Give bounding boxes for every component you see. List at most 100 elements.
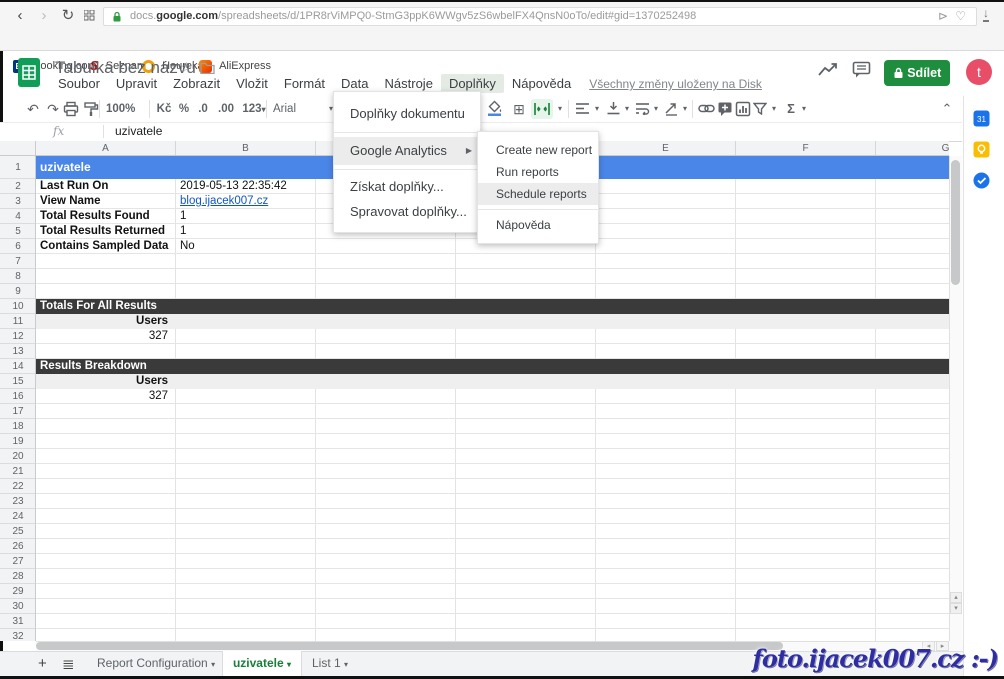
reload-button[interactable]: ↻	[58, 7, 78, 25]
row-header-29[interactable]: 29	[0, 584, 36, 599]
row-header-25[interactable]: 25	[0, 524, 36, 539]
row-header-22[interactable]: 22	[0, 479, 36, 494]
collapse-toolbar-button[interactable]: ⌃	[938, 100, 956, 118]
horizontal-scrollbar-thumb[interactable]	[36, 642, 783, 650]
horizontal-align-button[interactable]	[575, 102, 590, 115]
insert-link-button[interactable]	[698, 103, 715, 114]
row-header-20[interactable]: 20	[0, 449, 36, 464]
calendar-icon[interactable]: 31	[973, 110, 990, 127]
row-header-30[interactable]: 30	[0, 599, 36, 614]
bookmark-heart-icon[interactable]: ♡	[955, 8, 966, 25]
print-button[interactable]	[63, 101, 79, 117]
merge-options-caret[interactable]: ▾	[555, 100, 565, 118]
row-header-1[interactable]: 1	[0, 156, 36, 179]
tab-list-1[interactable]: List 1 ▾	[312, 651, 348, 676]
borders-button[interactable]: ⊞	[511, 100, 527, 118]
menu-soubor[interactable]: Soubor	[50, 74, 108, 93]
submenu-item-napoveda[interactable]: Nápověda	[478, 214, 598, 236]
format-currency-button[interactable]: Kč	[155, 100, 173, 118]
row-header-15[interactable]: 15	[0, 374, 36, 389]
menu-vlozit[interactable]: Vložit	[228, 74, 276, 93]
section-header-totals[interactable]: Totals For All Results	[36, 299, 949, 314]
column-header-E[interactable]: E	[596, 141, 736, 156]
submenu-item-create-new-report[interactable]: Create new report	[478, 139, 598, 161]
row-header-9[interactable]: 9	[0, 284, 36, 299]
submenu-item-run-reports[interactable]: Run reports	[478, 161, 598, 183]
row-header-19[interactable]: 19	[0, 434, 36, 449]
account-avatar[interactable]: t	[966, 59, 992, 85]
insert-comment-button[interactable]	[717, 101, 733, 117]
text-rotation-caret[interactable]: ▾	[680, 100, 690, 118]
column-header-G[interactable]: G	[876, 141, 949, 156]
tasks-icon[interactable]	[973, 172, 990, 189]
font-select[interactable]: Arial▾	[273, 100, 333, 118]
comments-icon[interactable]	[852, 61, 871, 79]
move-folder-icon[interactable]	[200, 61, 215, 74]
cell-label[interactable]: View Name	[36, 194, 176, 209]
row-header-28[interactable]: 28	[0, 569, 36, 584]
cell-label[interactable]: Total Results Returned	[36, 224, 176, 239]
cell-users-header[interactable]: Users	[36, 374, 172, 389]
text-rotation-button[interactable]	[664, 101, 679, 116]
increase-decimals-button[interactable]: .00	[216, 100, 236, 118]
row-header-16[interactable]: 16	[0, 389, 36, 404]
text-wrap-button[interactable]	[635, 102, 650, 115]
share-button[interactable]: Sdílet	[884, 60, 950, 86]
format-percent-button[interactable]: %	[177, 100, 191, 118]
row-header-23[interactable]: 23	[0, 494, 36, 509]
save-status-link[interactable]: Všechny změny uloženy na Disk	[589, 77, 762, 91]
vertical-align-button[interactable]	[606, 101, 621, 116]
row-header-31[interactable]: 31	[0, 614, 36, 629]
share-page-icon[interactable]: ⊳	[938, 8, 948, 25]
forward-button[interactable]: ›	[34, 7, 54, 25]
all-sheets-button[interactable]: ≣	[62, 655, 75, 673]
decrease-decimals-button[interactable]: .0	[195, 100, 211, 118]
cell-label[interactable]: Total Results Found	[36, 209, 176, 224]
menu-format[interactable]: Formát	[276, 74, 333, 93]
back-button[interactable]: ‹	[10, 7, 30, 25]
menu-item-document-addons[interactable]: Doplňky dokumentu	[334, 100, 480, 128]
filter-views-caret[interactable]: ▾	[769, 100, 779, 118]
tab-report-configuration[interactable]: Report Configuration ▾	[97, 651, 215, 676]
row-header-18[interactable]: 18	[0, 419, 36, 434]
scroll-up-button[interactable]: ▴	[950, 592, 962, 603]
undo-button[interactable]: ↶	[24, 100, 42, 118]
menu-zobrazit[interactable]: Zobrazit	[165, 74, 228, 93]
row-header-8[interactable]: 8	[0, 269, 36, 284]
column-header-F[interactable]: F	[736, 141, 876, 156]
row-header-21[interactable]: 21	[0, 464, 36, 479]
row-header-26[interactable]: 26	[0, 539, 36, 554]
redo-button[interactable]: ↷	[44, 100, 62, 118]
filter-button[interactable]	[753, 102, 767, 115]
address-bar[interactable]: docs.google.com/spreadsheets/d/1PR8rViMP…	[103, 7, 977, 26]
add-sheet-button[interactable]: +	[38, 655, 47, 672]
more-formats-button[interactable]: 123▾	[240, 100, 268, 118]
cell-value[interactable]: No	[176, 239, 416, 254]
row-header-6[interactable]: 6	[0, 239, 36, 254]
speed-dial-icon[interactable]	[84, 10, 95, 21]
row-header-13[interactable]: 13	[0, 344, 36, 359]
row-header-10[interactable]: 10	[0, 299, 36, 314]
row-header-2[interactable]: 2	[0, 179, 36, 194]
zoom-select[interactable]: 100% ▾	[106, 100, 140, 118]
menu-item-manage-addons[interactable]: Spravovat doplňky...	[334, 199, 480, 224]
menu-napoveda[interactable]: Nápověda	[504, 74, 579, 93]
functions-button[interactable]: Σ	[783, 100, 799, 118]
submenu-item-schedule-reports[interactable]: Schedule reports	[478, 183, 598, 205]
keep-icon[interactable]	[973, 141, 990, 158]
row-header-7[interactable]: 7	[0, 254, 36, 269]
sheets-logo[interactable]	[16, 57, 42, 89]
paint-format-button[interactable]	[83, 101, 99, 117]
row-header-4[interactable]: 4	[0, 209, 36, 224]
cell-users-value[interactable]: 327	[36, 329, 172, 344]
select-all-corner[interactable]	[0, 141, 36, 156]
merge-cells-button[interactable]	[531, 99, 553, 119]
row-header-11[interactable]: 11	[0, 314, 36, 329]
menu-upravit[interactable]: Upravit	[108, 74, 165, 93]
tab-uzivatele[interactable]: uzivatele ▾	[222, 651, 302, 676]
row-header-14[interactable]: 14	[0, 359, 36, 374]
row-header-24[interactable]: 24	[0, 509, 36, 524]
scroll-down-button[interactable]: ▾	[950, 603, 962, 614]
vertical-align-caret[interactable]: ▾	[622, 100, 632, 118]
text-wrap-caret[interactable]: ▾	[651, 100, 661, 118]
